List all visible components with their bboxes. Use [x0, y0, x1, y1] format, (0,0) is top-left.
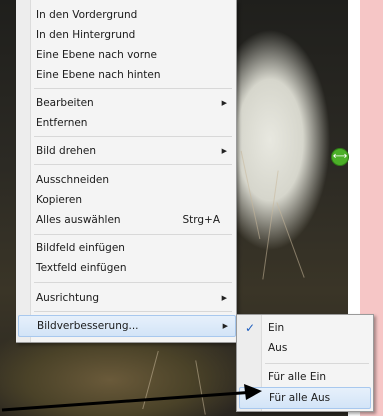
photo-detail: [262, 170, 279, 280]
menu-item-label: Ausschneiden: [36, 174, 110, 186]
menu-separator: [34, 164, 232, 165]
submenu-item-label: Aus: [268, 342, 288, 354]
menu-item-cut[interactable]: Ausschneiden: [18, 170, 234, 190]
menu-item-label: Eine Ebene nach hinten: [36, 69, 161, 81]
menu-item-label: Bildverbesserung...: [37, 320, 139, 332]
submenu-item-all-off[interactable]: Für alle Aus: [239, 387, 371, 409]
checkmark-icon: ✓: [245, 321, 256, 335]
submenu-arrow-icon: ▶: [221, 99, 227, 107]
menu-item-insert-image-frame[interactable]: Bildfeld einfügen: [18, 238, 234, 258]
submenu-item-label: Für alle Aus: [269, 392, 331, 404]
submenu-arrow-icon: ▶: [221, 294, 227, 302]
shortcut-label: Strg+A: [182, 214, 220, 226]
menu-separator: [34, 234, 232, 235]
submenu-arrow-icon: ▶: [221, 147, 227, 155]
menu-item-bring-forward[interactable]: Eine Ebene nach vorne: [18, 45, 234, 65]
image-enhancement-submenu: ✓ Ein Aus Für alle Ein Für alle Aus: [236, 314, 374, 412]
menu-item-insert-text-frame[interactable]: Textfeld einfügen: [18, 258, 234, 278]
photo-detail: [195, 360, 206, 415]
photo-detail: [240, 150, 261, 240]
menu-item-label: Eine Ebene nach vorne: [36, 49, 157, 61]
menu-item-edit[interactable]: Bearbeiten ▶: [18, 93, 234, 113]
menu-item-label: Alles auswählen: [36, 214, 121, 226]
submenu-item-all-on[interactable]: Für alle Ein: [239, 367, 369, 387]
menu-separator: [34, 282, 232, 283]
menu-item-select-all[interactable]: Alles auswählen Strg+A: [18, 210, 234, 230]
photo-detail: [276, 202, 305, 278]
menu-item-label: Bearbeiten: [36, 97, 94, 109]
menu-item-label: Bild drehen: [36, 145, 97, 157]
menu-item-copy[interactable]: Kopieren: [18, 190, 234, 210]
menu-separator: [265, 363, 369, 364]
menu-item-rotate-image[interactable]: Bild drehen ▶: [18, 141, 234, 161]
menu-item-remove[interactable]: Entfernen: [18, 113, 234, 133]
menu-separator: [34, 88, 232, 89]
menu-item-label: Kopieren: [36, 194, 83, 206]
menu-item-label: Bildfeld einfügen: [36, 242, 125, 254]
submenu-item-label: Ein: [268, 322, 285, 334]
submenu-item-off[interactable]: Aus: [239, 338, 369, 358]
menu-item-label: Ausrichtung: [36, 292, 100, 304]
menu-item-bring-to-front[interactable]: In den Vordergrund: [18, 5, 234, 25]
menu-item-alignment[interactable]: Ausrichtung ▶: [18, 288, 234, 308]
menu-item-send-backward[interactable]: Eine Ebene nach hinten: [18, 65, 234, 85]
submenu-arrow-icon: ▶: [222, 322, 228, 330]
context-menu: In den Vordergrund In den Hintergrund Ei…: [16, 0, 237, 343]
menu-item-label: In den Vordergrund: [36, 9, 138, 21]
rotate-handle-icon[interactable]: ⟷: [331, 148, 349, 166]
submenu-item-on[interactable]: ✓ Ein: [239, 318, 369, 338]
menu-separator: [34, 311, 232, 312]
menu-item-image-enhancement[interactable]: Bildverbesserung... ▶: [18, 315, 236, 337]
menu-item-label: In den Hintergrund: [36, 29, 136, 41]
submenu-item-label: Für alle Ein: [268, 371, 327, 383]
photo-detail: [142, 350, 159, 410]
menu-item-send-to-back[interactable]: In den Hintergrund: [18, 25, 234, 45]
menu-item-label: Textfeld einfügen: [36, 262, 127, 274]
menu-separator: [34, 136, 232, 137]
menu-item-label: Entfernen: [36, 117, 88, 129]
